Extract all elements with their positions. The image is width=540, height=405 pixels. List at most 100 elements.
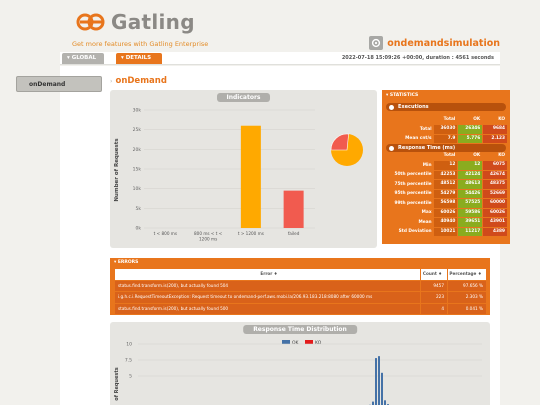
error-count: 4 (421, 303, 447, 314)
distribution-bar[interactable] (384, 400, 386, 405)
stat-label: Min (422, 162, 432, 168)
stat-total: 10021 (433, 227, 458, 236)
distribution-bar[interactable] (375, 358, 377, 405)
stat-ok: 11217 (458, 227, 483, 236)
y-tick-label: 0k (136, 226, 142, 232)
stat-row: Std Deviation 10021 11217 4389 (386, 227, 508, 237)
gatling-logo[interactable]: Gatling (76, 10, 195, 34)
stat-label: 95th percentile (394, 191, 432, 197)
errors-panel: ▾ ERRORS Error ♦ Count ♦ Percentage ♦ statu… (110, 258, 490, 315)
error-percentage: 97.656 % (448, 280, 486, 291)
y-tick-label: 10 (126, 342, 132, 348)
page-title-text: onDemand (115, 76, 167, 86)
stat-label: Mean cnt/s (405, 136, 432, 142)
indicator-bar[interactable] (283, 190, 304, 228)
stat-label: 75th percentile (394, 181, 432, 187)
error-message: i.g.h.c.i.RequestTimeoutException: Reque… (115, 292, 420, 303)
errors-column-header[interactable]: Count ♦ (421, 269, 447, 280)
stat-column-header: Total (443, 152, 456, 158)
stat-label: 99th percentile (394, 200, 432, 206)
distribution-bar[interactable] (372, 401, 374, 405)
x-tick-label: t < 800 ms (154, 231, 177, 236)
distribution-bar[interactable] (378, 356, 380, 405)
indicator-bar[interactable] (240, 125, 261, 228)
error-message: status.find.transform.is(200), but actua… (115, 303, 420, 314)
stat-ok: 57525 (458, 199, 483, 208)
y-tick-label: 25k (133, 127, 142, 133)
y-tick-label: 30k (133, 108, 142, 114)
legend-ko-label[interactable]: KO (315, 340, 322, 346)
stat-ko: 48375 (483, 180, 507, 189)
y-tick-label: 20k (133, 147, 142, 153)
stat-label: Std Deviation (398, 229, 432, 235)
stat-ok: 54426 (458, 189, 483, 198)
left-strip (60, 66, 105, 405)
stat-ok: 39651 (458, 218, 483, 227)
errors-column-header[interactable]: Error ♦ (115, 269, 420, 280)
error-count: 9457 (421, 280, 447, 291)
y-tick-label: 5k (136, 206, 142, 212)
simulation-name: ondemandsimulation (387, 37, 500, 49)
errors-header: ▾ ERRORS (110, 258, 490, 266)
y-axis-label: Number of Requests (114, 138, 120, 202)
legend-ok-swatch (282, 340, 290, 344)
simulation-header: ondemandsimulation (369, 36, 500, 50)
legend-ok-label[interactable]: OK (292, 340, 300, 346)
errors-header-label: ERRORS (117, 260, 139, 265)
table-row: status.find.transform.is(200), but actua… (115, 280, 486, 291)
y-tick-label: 7.5 (125, 358, 132, 364)
stat-total: 7.9 (433, 134, 458, 143)
error-count: 223 (421, 292, 447, 303)
stat-row: 95th percentile 54279 54426 52669 (386, 189, 508, 199)
stat-label: Max (421, 210, 432, 216)
stat-total: 42253 (433, 170, 458, 179)
executions-header[interactable]: Executions (386, 103, 506, 111)
stat-row: 99th percentile 56598 57525 60000 (386, 199, 508, 209)
page-title: › onDemand (110, 76, 167, 86)
sidebar-item-ondemand[interactable]: onDemand (16, 76, 102, 92)
stat-total: 36030 (433, 125, 458, 134)
distribution-bar[interactable] (381, 372, 383, 405)
pie-slice-ko[interactable] (330, 133, 349, 151)
tab-global[interactable]: ▾ GLOBAL (62, 53, 104, 64)
stat-total: 60026 (433, 208, 458, 217)
stat-ko: 6075 (483, 161, 507, 170)
stat-ko: 4389 (483, 227, 507, 236)
stat-row: Max 60026 59586 60026 (386, 208, 508, 218)
statistics-header: ▾ STATISTICS (382, 90, 510, 101)
stat-row: Mean cnt/s 7.9 5.776 2.123 (386, 134, 508, 144)
run-info: 2022-07-18 15:09:26 +00:00, duration : 4… (341, 55, 494, 61)
stat-ko: 2.123 (483, 134, 507, 143)
stat-total: 54279 (433, 189, 458, 198)
stat-ko: 60000 (483, 199, 507, 208)
stat-ko: 60026 (483, 208, 507, 217)
y-tick-label: 5 (129, 374, 132, 380)
x-tick-label: failed (288, 231, 300, 236)
stat-row: Mean 40940 39651 43901 (386, 218, 508, 228)
error-percentage: 2.303 % (448, 292, 486, 303)
stat-row: 75th percentile 48512 48613 48375 (386, 180, 508, 190)
stat-row: Min 12 12 6075 (386, 161, 508, 171)
errors-header-row: Error ♦ Count ♦ Percentage ♦ (115, 269, 486, 280)
x-tick-label: t > 1200 ms (238, 231, 264, 236)
stat-ok: 48613 (458, 180, 483, 189)
stat-ok: 59586 (458, 208, 483, 217)
stat-ko: 43901 (483, 218, 507, 227)
stat-ok: 42124 (458, 170, 483, 179)
errors-table: Error ♦ Count ♦ Percentage ♦ status.find.tr… (115, 269, 486, 315)
legend-ko-swatch (305, 340, 313, 344)
stat-header-row: Total OK KO (386, 115, 508, 125)
stat-total: 12 (433, 161, 458, 170)
error-percentage: 0.041 % (448, 303, 486, 314)
error-message: status.find.transform.is(200), but actua… (115, 280, 420, 291)
gatling-logo-icon (76, 13, 105, 31)
errors-column-header[interactable]: Percentage ♦ (448, 269, 486, 280)
chevron-right-icon: › (110, 78, 113, 85)
enterprise-link[interactable]: Get more features with Gatling Enterpris… (72, 40, 208, 48)
tab-details[interactable]: ▾ DETAILS (116, 53, 162, 64)
statistics-panel: ▾ STATISTICS Executions Total OK KO Total 36… (382, 90, 510, 244)
stat-row: 50th percentile 42253 42124 42674 (386, 170, 508, 180)
stat-row: Total 36030 26346 9684 (386, 125, 508, 135)
stat-column-header: OK (473, 116, 481, 122)
stat-ok: 12 (458, 161, 483, 170)
